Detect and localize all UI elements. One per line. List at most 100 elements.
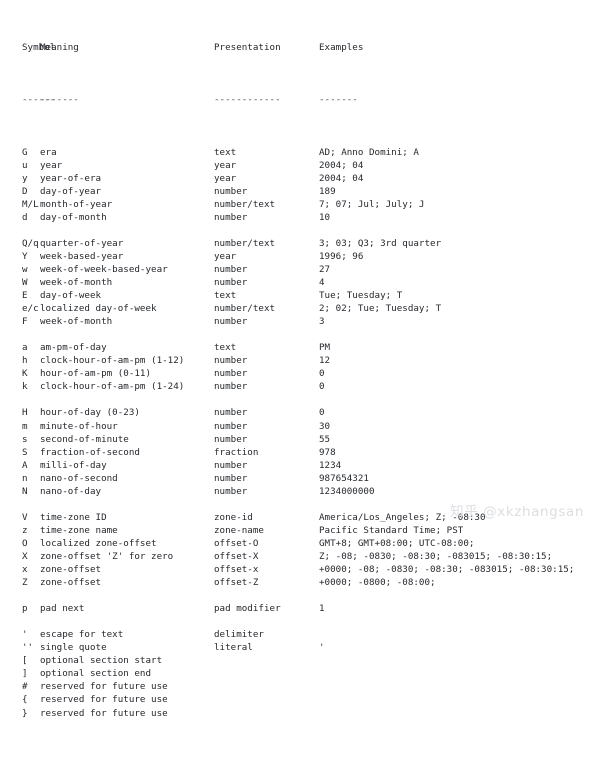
table-row: ' escape for text delimiter bbox=[0, 628, 600, 641]
cell-meaning: era bbox=[40, 146, 57, 158]
cell-symbol: k bbox=[22, 381, 28, 393]
cell-symbol: N bbox=[22, 485, 28, 497]
cell-meaning: reserved for future use bbox=[40, 707, 168, 719]
table-row: d day-of-month number 10 bbox=[0, 211, 600, 224]
cell-presentation: fraction bbox=[214, 446, 259, 458]
cell-presentation: number bbox=[214, 316, 248, 328]
rule-examples: ------- bbox=[319, 94, 358, 106]
cell-meaning: month-of-year bbox=[40, 198, 113, 210]
cell-symbol: K bbox=[22, 368, 28, 380]
rule-symbol: ------ bbox=[22, 94, 56, 106]
cell-meaning: day-of-week bbox=[40, 290, 102, 302]
table-row: e/c localized day-of-week number/text 2; 02… bbox=[0, 302, 600, 315]
cell-meaning: week-of-month bbox=[40, 276, 113, 288]
cell-symbol: G bbox=[22, 146, 28, 158]
cell-presentation: number bbox=[214, 276, 248, 288]
cell-meaning: pad next bbox=[40, 603, 85, 615]
cell-examples: 0 bbox=[319, 368, 325, 380]
table-row: Nnano-of-day number 1234000000 bbox=[0, 485, 600, 498]
cell-presentation: delimiter bbox=[214, 629, 264, 641]
cell-symbol: e/c bbox=[22, 303, 39, 315]
header-presentation: Presentation bbox=[214, 42, 281, 54]
cell-meaning: clock-hour-of-am-pm (1-12) bbox=[40, 355, 185, 367]
cell-symbol: a bbox=[22, 342, 28, 354]
cell-presentation: year bbox=[214, 250, 237, 262]
cell-meaning: optional section end bbox=[40, 668, 152, 680]
cell-symbol: E bbox=[22, 290, 28, 302]
cell-presentation: pad modifier bbox=[214, 603, 281, 615]
table-spacer-row bbox=[0, 615, 600, 628]
cell-examples: 1 bbox=[319, 603, 325, 615]
cell-symbol: p bbox=[22, 603, 28, 615]
cell-symbol: x bbox=[22, 564, 28, 576]
table-spacer-row bbox=[0, 224, 600, 237]
cell-examples: AD; Anno Domini; A bbox=[319, 146, 419, 158]
cell-examples: Pacific Standard Time; PST bbox=[319, 524, 464, 536]
cell-presentation: number bbox=[214, 355, 248, 367]
cell-presentation: offset-O bbox=[214, 537, 259, 549]
cell-meaning: hour-of-am-pm (0-11) bbox=[40, 368, 152, 380]
cell-symbol: D bbox=[22, 185, 28, 197]
table-row: # reserved for future use bbox=[0, 680, 600, 693]
cell-symbol: X bbox=[22, 550, 28, 562]
table-row: Amilli-of-day number 1234 bbox=[0, 459, 600, 472]
cell-symbol: O bbox=[22, 537, 28, 549]
cell-presentation: number bbox=[214, 185, 248, 197]
table-row: } reserved for future use bbox=[0, 707, 600, 720]
table-row: Zzone-offset offset-Z +0000; -0800; -08:00… bbox=[0, 576, 600, 589]
table-row: [optional section start bbox=[0, 654, 600, 667]
cell-symbol: d bbox=[22, 211, 28, 223]
cell-presentation: number bbox=[214, 420, 248, 432]
cell-symbol: u bbox=[22, 159, 28, 171]
cell-symbol: S bbox=[22, 446, 28, 458]
cell-meaning: nano-of-second bbox=[40, 472, 118, 484]
cell-meaning: zone-offset 'Z' for zero bbox=[40, 550, 174, 562]
table-row: Dday-of-year number 189 bbox=[0, 185, 600, 198]
table-row: w week-of-week-based-year number 27 bbox=[0, 263, 600, 276]
cell-examples: 3 bbox=[319, 316, 325, 328]
cell-symbol: } bbox=[22, 707, 28, 719]
document-page: Symbol Meaning Presentation Examples ---… bbox=[0, 0, 600, 719]
table-header-row: Symbol Meaning Presentation Examples bbox=[0, 41, 600, 54]
table-row: n nano-of-second number 987654321 bbox=[0, 472, 600, 485]
cell-examples: Z; -08; -0830; -08:30; -083015; -08:30:1… bbox=[319, 550, 553, 562]
cell-examples: +0000; -0800; -08:00; bbox=[319, 577, 436, 589]
cell-symbol: H bbox=[22, 407, 28, 419]
cell-presentation: number bbox=[214, 433, 248, 445]
cell-meaning: quarter-of-year bbox=[40, 237, 124, 249]
cell-symbol: ] bbox=[22, 668, 28, 680]
table-row: {reserved for future use bbox=[0, 693, 600, 706]
table-row: Eday-of-week text Tue; Tuesday; T bbox=[0, 289, 600, 302]
cell-presentation: text bbox=[214, 342, 237, 354]
cell-presentation: number bbox=[214, 381, 248, 393]
cell-examples: 2004; 04 bbox=[319, 159, 364, 171]
cell-meaning: localized zone-offset bbox=[40, 537, 157, 549]
table-row: x zone-offset offset-x +0000; -08; -0830; -… bbox=[0, 563, 600, 576]
table-rule-row: ------ ------- ------------ ------- bbox=[0, 93, 600, 106]
cell-presentation: number bbox=[214, 485, 248, 497]
cell-symbol: F bbox=[22, 316, 28, 328]
table-spacer-row bbox=[0, 589, 600, 602]
cell-symbol: z bbox=[22, 524, 28, 536]
cell-examples: 12 bbox=[319, 355, 331, 367]
table-row: Q/q quarter-of-year number/text 3; 03; Q3; … bbox=[0, 237, 600, 250]
cell-examples: 0 bbox=[319, 381, 325, 393]
table-row: M/L month-of-year number/text 7; 07; Jul; J… bbox=[0, 198, 600, 211]
cell-presentation: offset-x bbox=[214, 564, 259, 576]
cell-meaning: zone-offset bbox=[40, 577, 102, 589]
cell-meaning: nano-of-day bbox=[40, 485, 102, 497]
cell-examples: 30 bbox=[319, 420, 331, 432]
table-row: y year-of-era year 2004; 04 bbox=[0, 172, 600, 185]
cell-examples: 10 bbox=[319, 211, 331, 223]
cell-symbol: Y bbox=[22, 250, 28, 262]
cell-meaning: hour-of-day (0-23) bbox=[40, 407, 140, 419]
cell-examples: 4 bbox=[319, 276, 325, 288]
table-row: Khour-of-am-pm (0-11) number 0 bbox=[0, 367, 600, 380]
cell-meaning: week-of-week-based-year bbox=[40, 263, 168, 275]
cell-examples: 987654321 bbox=[319, 472, 369, 484]
cell-meaning: localized day-of-week bbox=[40, 303, 157, 315]
cell-meaning: milli-of-day bbox=[40, 459, 107, 471]
cell-examples: 3; 03; Q3; 3rd quarter bbox=[319, 237, 442, 249]
cell-presentation: number bbox=[214, 263, 248, 275]
watermark: 知乎 @xkzhangsan bbox=[450, 504, 584, 520]
